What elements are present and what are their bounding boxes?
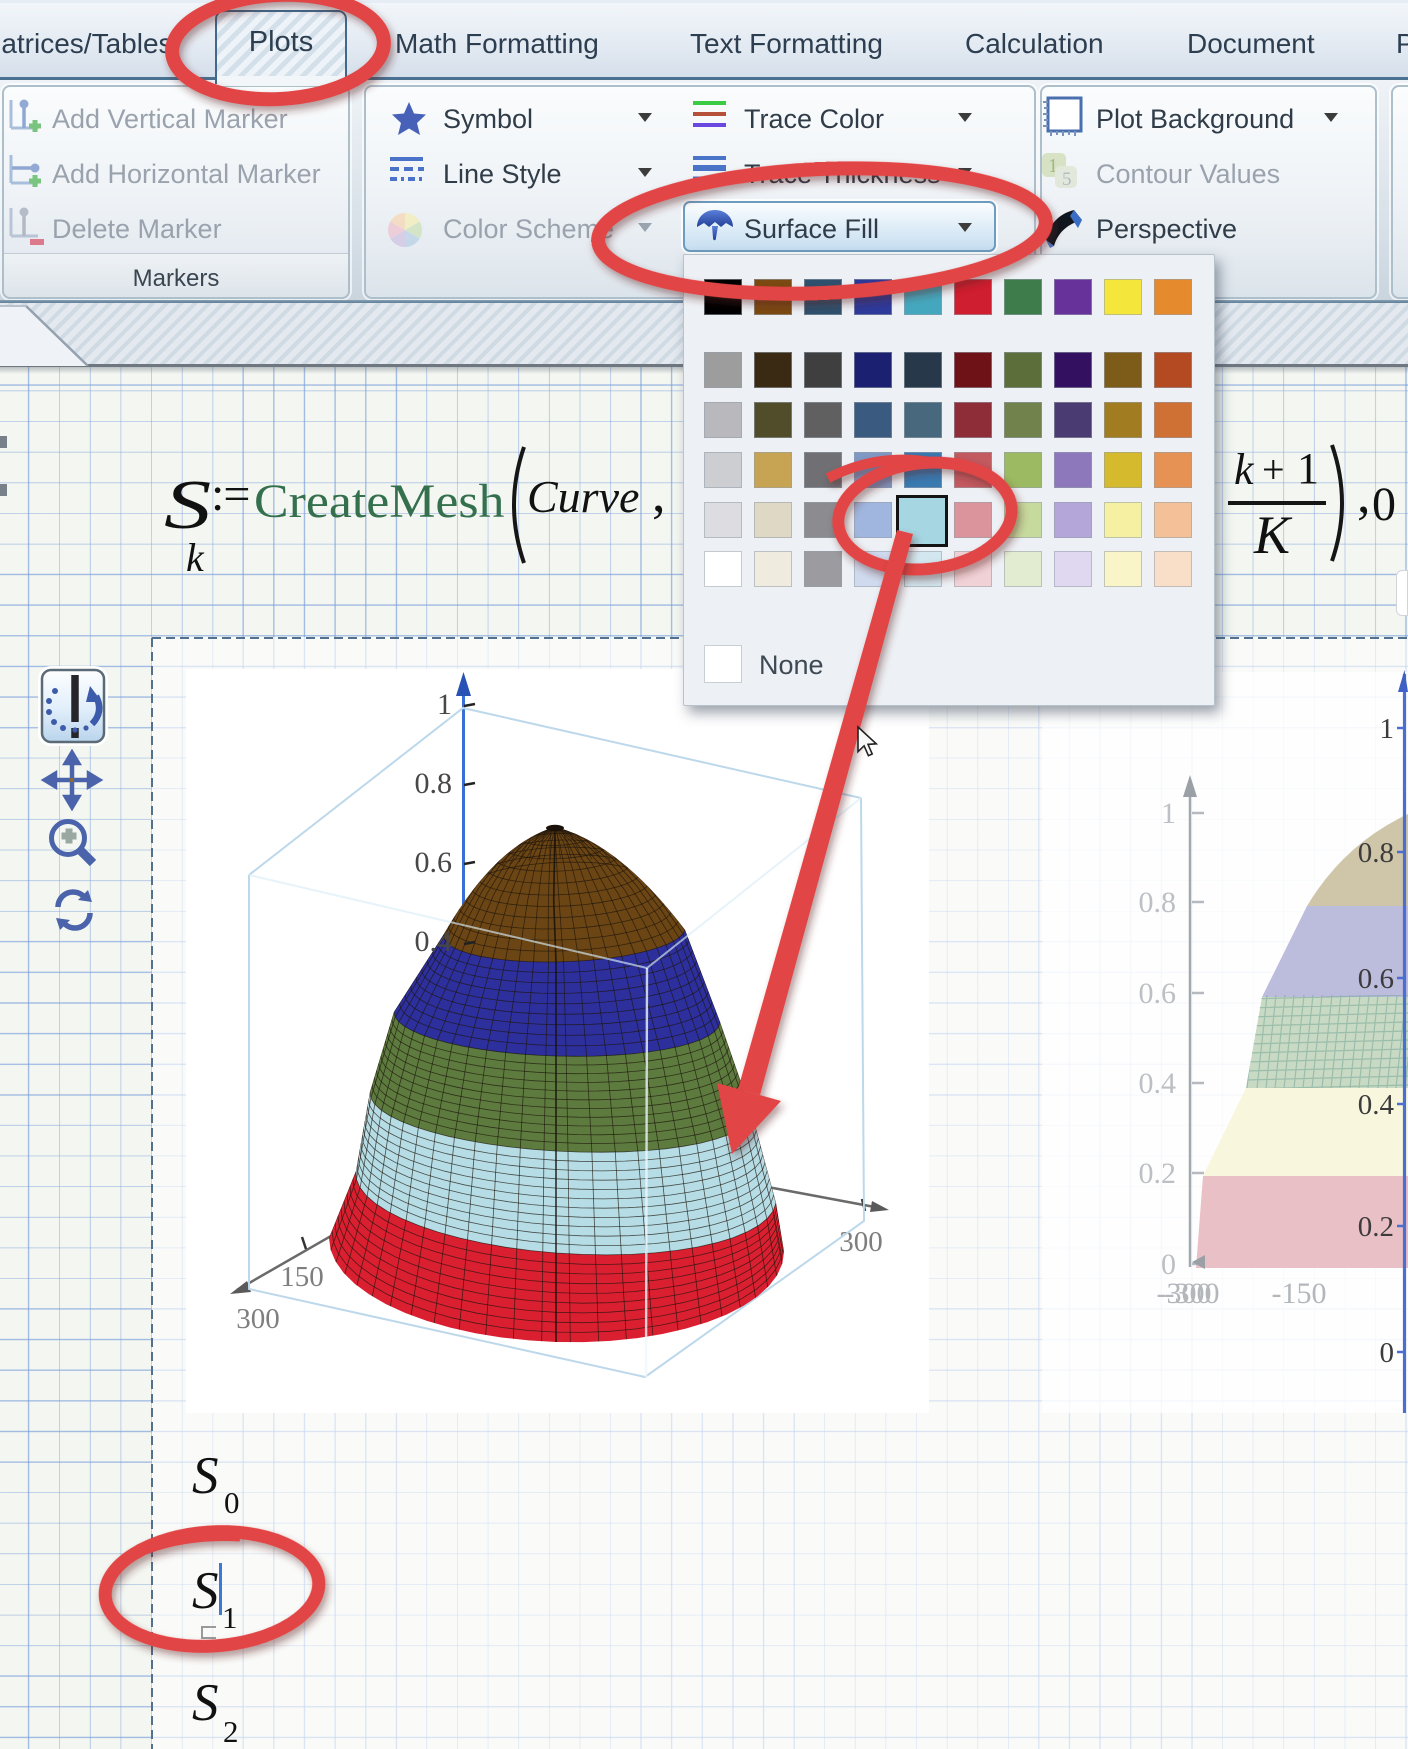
svg-text:1: 1	[1380, 713, 1395, 745]
svg-text:1: 1	[1161, 797, 1176, 830]
svg-text:0.6: 0.6	[415, 846, 453, 879]
svg-text:0.4: 0.4	[1139, 1067, 1177, 1100]
svg-text:-150: -150	[1272, 1277, 1327, 1310]
svg-text:0: 0	[1380, 1337, 1395, 1369]
svg-text:0.6: 0.6	[1139, 977, 1177, 1010]
svg-text:1: 1	[437, 688, 452, 721]
svg-text:0.4: 0.4	[415, 925, 453, 958]
svg-text:0.4: 0.4	[1358, 1089, 1395, 1121]
svg-text:-300: -300	[1165, 1277, 1220, 1310]
svg-text:300: 300	[236, 1303, 280, 1335]
svg-text:0.2: 0.2	[1358, 1211, 1394, 1243]
svg-text:300: 300	[839, 1226, 883, 1258]
svg-text:0.6: 0.6	[1358, 963, 1394, 995]
svg-text:0.8: 0.8	[1358, 837, 1394, 869]
svg-text:0.8: 0.8	[415, 767, 453, 800]
svg-text:0.2: 0.2	[1139, 1157, 1177, 1190]
svg-text:0.8: 0.8	[1139, 886, 1177, 919]
svg-text:150: 150	[280, 1261, 324, 1293]
